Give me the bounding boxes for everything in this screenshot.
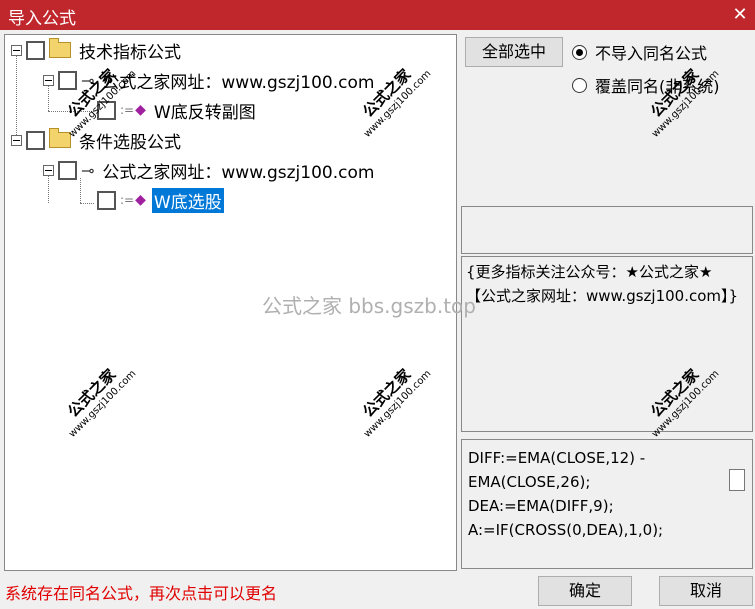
item2-label: W底选股 xyxy=(151,187,224,213)
radio-no-import[interactable]: 不导入同名公式 xyxy=(572,40,707,64)
code-scrollbar-thumb[interactable] xyxy=(729,469,745,491)
tree-node-item2[interactable]: := ◆ W底选股 xyxy=(97,187,224,213)
radio-dot[interactable] xyxy=(572,77,587,93)
site1-checkbox[interactable] xyxy=(58,70,77,90)
description-text: {更多指标关注公众号：★公式之家★ 【公式之家网址：www.gszj100.co… xyxy=(466,263,739,305)
window-title: 导入公式 xyxy=(8,9,76,29)
radio-no-import-label: 不导入同名公式 xyxy=(595,44,708,63)
collapse-icon[interactable] xyxy=(43,74,54,86)
tree-node-group1[interactable]: 技术指标公式 xyxy=(11,38,183,63)
group2-checkbox[interactable] xyxy=(26,130,45,150)
folder-icon xyxy=(49,128,71,148)
collapse-icon[interactable] xyxy=(11,134,22,146)
item2-checkbox[interactable] xyxy=(97,190,116,210)
site1-label: 公式之家网址：www.gszj100.com xyxy=(102,72,375,93)
formula-link-icon: := xyxy=(120,103,135,117)
cancel-button[interactable]: 取消 xyxy=(659,576,753,606)
tree-line xyxy=(80,203,94,204)
collapse-icon[interactable] xyxy=(11,44,22,56)
group2-label: 条件选股公式 xyxy=(79,132,181,153)
ok-button[interactable]: 确定 xyxy=(538,576,632,606)
tree-node-item1[interactable]: := ◆ W底反转副图 xyxy=(97,98,258,123)
tree-node-group2[interactable]: 条件选股公式 xyxy=(11,128,183,153)
preview-box xyxy=(461,206,753,254)
site2-checkbox[interactable] xyxy=(58,160,77,180)
radio-dot-selected[interactable] xyxy=(572,44,587,60)
collapse-icon[interactable] xyxy=(43,164,54,176)
group1-checkbox[interactable] xyxy=(26,40,45,60)
center-watermark: 公式之家 bbs.gszb.top xyxy=(262,294,476,318)
folder-icon xyxy=(49,38,71,58)
key-icon: ⊸ xyxy=(81,160,95,180)
watermark-stamp: 公式之家 www.gszj100.com xyxy=(647,65,722,140)
status-message: 系统存在同名公式，再次点击可以更名 xyxy=(5,584,278,603)
group1-label: 技术指标公式 xyxy=(79,42,181,63)
item1-label: W底反转副图 xyxy=(153,102,256,123)
formula-gem-icon: ◆ xyxy=(135,102,146,118)
site2-label: 公式之家网址：www.gszj100.com xyxy=(102,162,375,183)
code-text: DIFF:=EMA(CLOSE,12) - EMA(CLOSE,26); DEA… xyxy=(468,449,664,539)
formula-link-icon: := xyxy=(120,193,135,207)
title-bar: 导入公式 ✕ xyxy=(0,0,755,30)
formula-gem-icon: ◆ xyxy=(135,192,146,208)
select-all-button[interactable]: 全部选中 xyxy=(465,37,563,67)
close-icon[interactable]: ✕ xyxy=(725,0,755,30)
tree-node-site2[interactable]: ⊸ 公式之家网址：www.gszj100.com xyxy=(43,158,376,183)
